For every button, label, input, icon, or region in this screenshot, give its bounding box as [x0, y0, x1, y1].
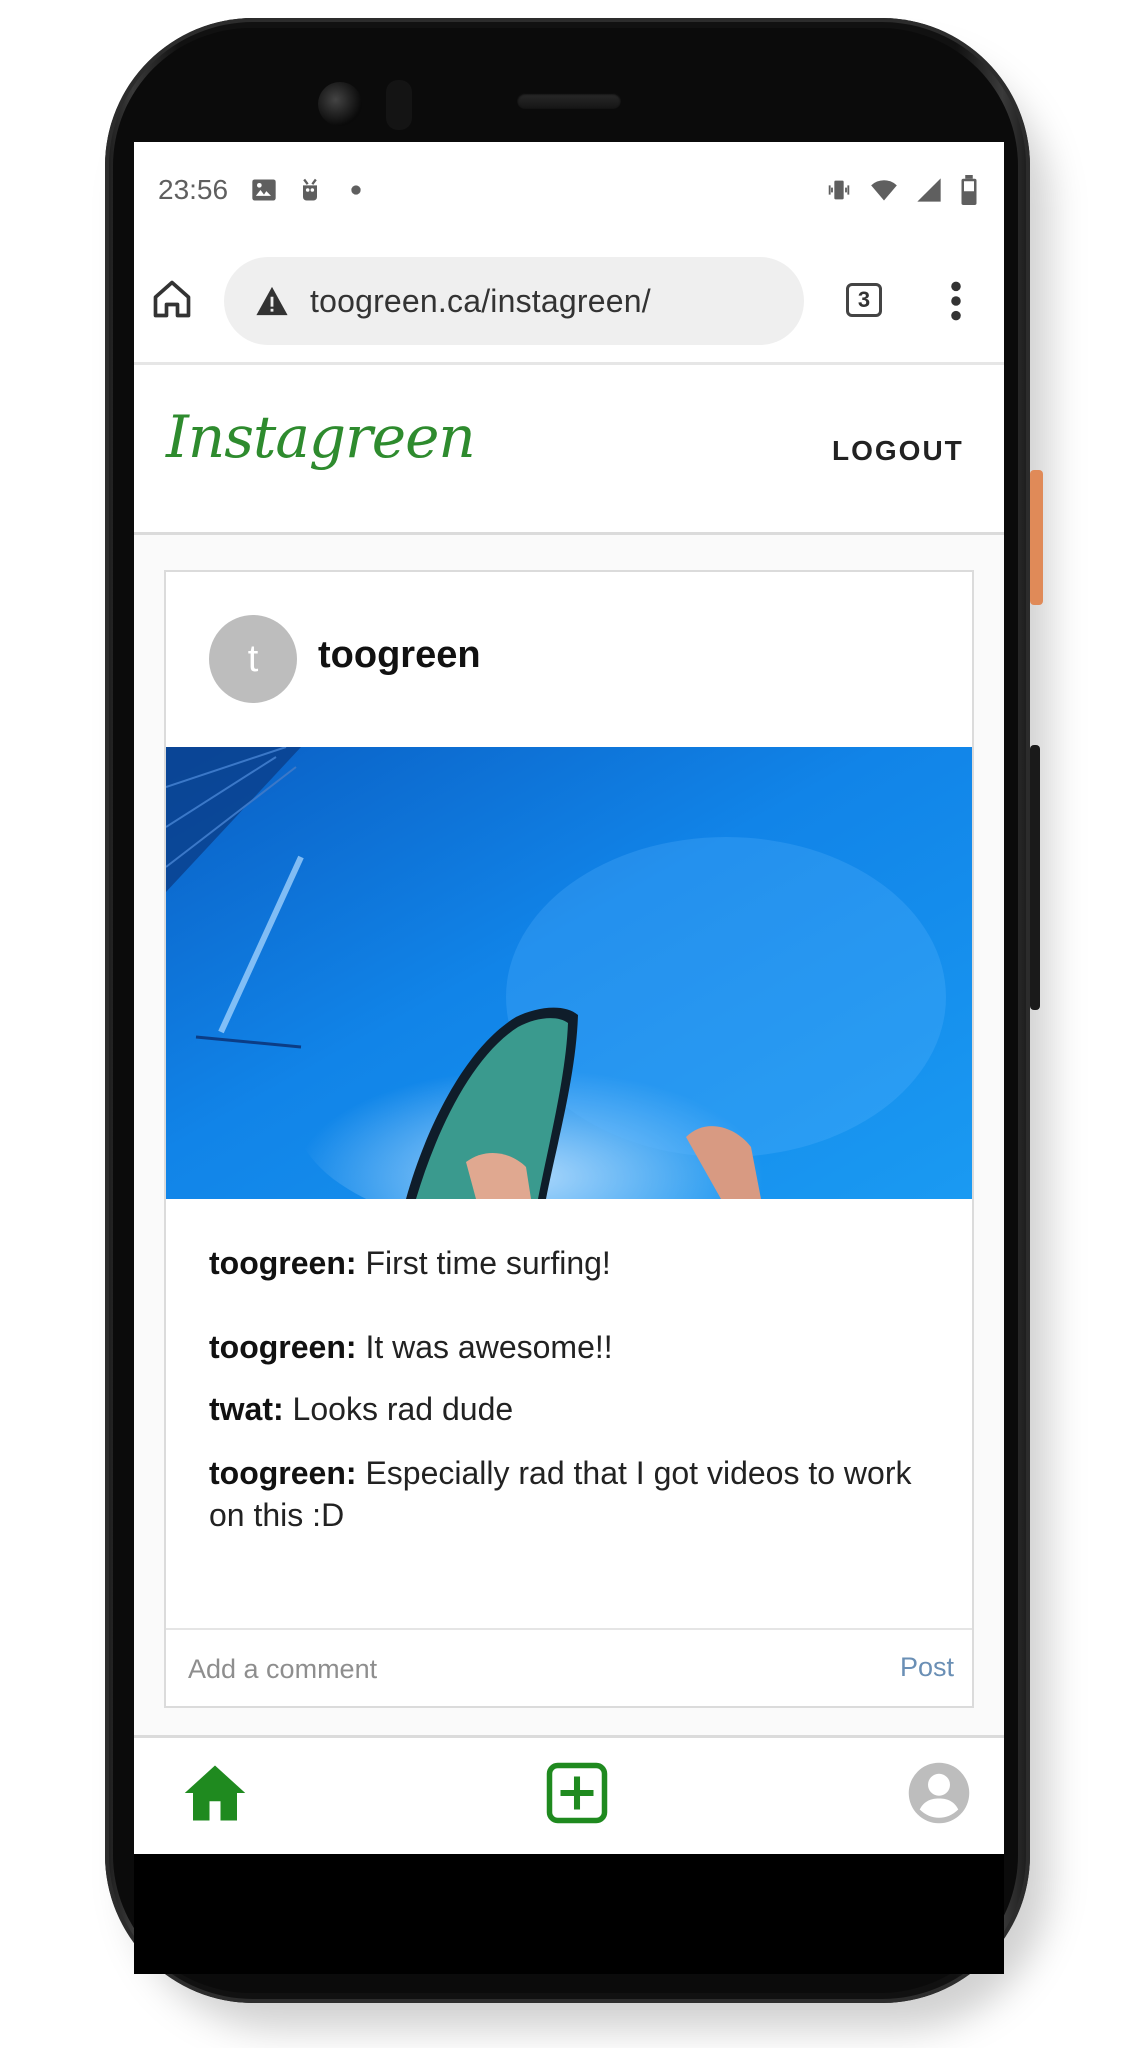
post-video[interactable] — [166, 747, 972, 1199]
app-logo[interactable]: Instagreen — [166, 403, 476, 471]
earpiece-speaker — [517, 93, 621, 109]
power-button — [1030, 470, 1043, 605]
profile-icon[interactable] — [906, 1760, 972, 1826]
add-post-icon[interactable] — [544, 1760, 610, 1826]
comment-text: First time surfing! — [356, 1245, 611, 1281]
status-time: 23:56 — [158, 173, 229, 205]
dot-icon — [351, 184, 361, 195]
volume-button — [1030, 745, 1040, 1010]
browser-toolbar: toogreen.ca/instagreen/ 3 — [134, 237, 1004, 365]
logout-button[interactable]: LOGOUT — [832, 435, 964, 467]
proximity-sensor — [386, 80, 412, 130]
address-bar[interactable]: toogreen.ca/instagreen/ — [224, 257, 804, 345]
vibrate-icon — [828, 180, 850, 199]
image-icon — [252, 179, 276, 200]
more-vert-icon[interactable] — [946, 279, 966, 323]
comment-input[interactable] — [186, 1648, 830, 1690]
post-username[interactable]: toogreen — [318, 634, 481, 677]
screen-bottom-bar — [134, 1854, 1004, 1974]
surf-video-frame[interactable] — [166, 747, 972, 1199]
status-bar: 23:56 — [134, 142, 1004, 237]
avatar-letter: t — [247, 637, 259, 680]
comment-user[interactable]: toogreen: — [209, 1455, 357, 1491]
comment-text: Looks rad dude — [283, 1391, 514, 1427]
comment-user[interactable]: toogreen: — [209, 1329, 357, 1365]
url-text[interactable]: toogreen.ca/instagreen/ — [310, 283, 651, 320]
home-icon[interactable] — [150, 277, 194, 321]
avatar[interactable]: t — [209, 615, 297, 703]
front-camera — [318, 82, 362, 126]
comment-item: toogreen: It was awesome!! — [209, 1326, 929, 1368]
bottom-nav — [134, 1735, 1004, 1854]
app-header: Instagreen LOGOUT — [134, 365, 1004, 535]
comment-user[interactable]: twat: — [209, 1391, 284, 1427]
battery-icon — [961, 174, 977, 205]
home-icon[interactable] — [182, 1760, 248, 1826]
post-header: t toogreen — [166, 572, 972, 747]
post-comment-button[interactable]: Post — [900, 1652, 954, 1683]
status-right-icons — [824, 174, 980, 205]
warning-icon[interactable] — [254, 284, 290, 318]
android-debug-icon — [303, 178, 318, 200]
post-card: t toogreen toogreen: First time surfing!… — [164, 570, 974, 1708]
tab-count: 3 — [857, 287, 871, 312]
comment-form: Post — [166, 1628, 972, 1708]
comment-item: toogreen: Especially rad that I got vide… — [209, 1452, 929, 1536]
comment-text: It was awesome!! — [356, 1329, 613, 1365]
comment-item: twat: Looks rad dude — [209, 1388, 929, 1430]
wifi-icon — [871, 179, 897, 200]
tabs-icon[interactable]: 3 — [846, 283, 882, 317]
comment-user[interactable]: toogreen: — [209, 1245, 357, 1281]
comment-item: toogreen: First time surfing! — [209, 1242, 929, 1284]
signal-icon — [917, 177, 941, 202]
phone-screen: 23:56 toogreen.ca/instagreen/ 3 Instagre… — [134, 142, 1004, 1854]
